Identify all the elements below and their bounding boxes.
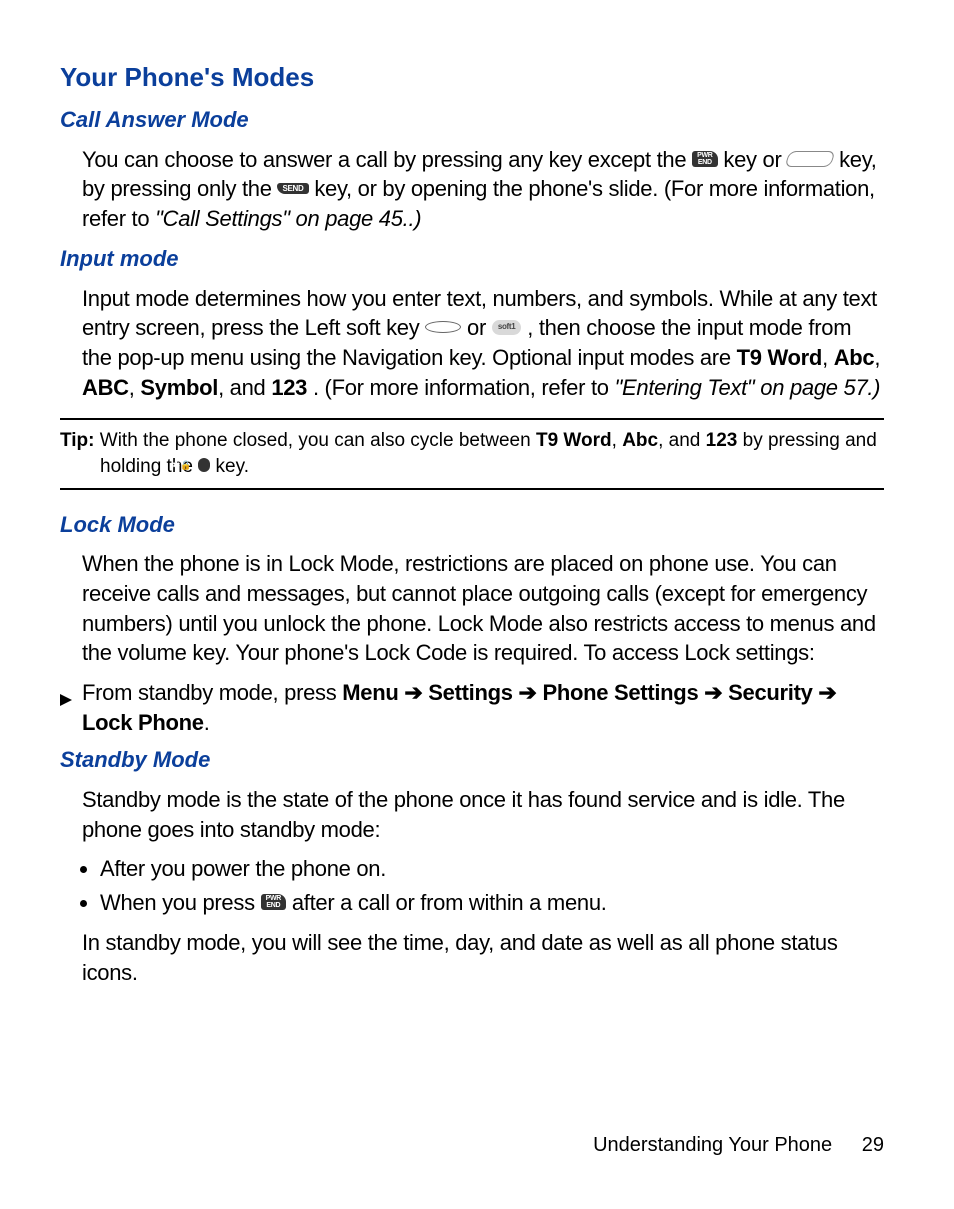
mode-123: 123 <box>706 430 738 451</box>
para-input-mode: Input mode determines how you enter text… <box>60 284 884 403</box>
mode-abc-mixed: Abc <box>834 345 875 370</box>
text: after a call or from within a menu. <box>292 890 607 915</box>
text: , <box>129 375 141 400</box>
star-key-icon: ✱🔒↑ <box>198 458 210 473</box>
subhead-standby-mode: Standby Mode <box>60 745 884 775</box>
arrow-icon: ➔ <box>818 680 836 705</box>
page-number: 29 <box>862 1134 884 1156</box>
end-key-icon: PWREND <box>261 894 286 910</box>
para-standby-outro: In standby mode, you will see the time, … <box>60 928 884 987</box>
text: From standby mode, press <box>82 680 342 705</box>
text: key. <box>216 456 249 477</box>
subhead-input-mode: Input mode <box>60 244 884 274</box>
list-item: After you power the phone on. <box>100 854 884 884</box>
text: , <box>822 345 834 370</box>
text: , and <box>658 430 706 451</box>
section-heading: Your Phone's Modes <box>60 60 884 95</box>
para-call-answer: You can choose to answer a call by press… <box>60 145 884 234</box>
step-lock-path: From standby mode, press Menu ➔ Settings… <box>60 678 884 737</box>
standby-list: After you power the phone on. When you p… <box>60 854 884 917</box>
tip-box: Tip: With the phone closed, you can also… <box>60 418 884 489</box>
text: You can choose to answer a call by press… <box>82 147 692 172</box>
text: on page 45..) <box>296 206 422 231</box>
settings-label: Settings <box>428 680 512 705</box>
para-lock-mode: When the phone is in Lock Mode, restrict… <box>60 549 884 668</box>
lock-phone-label: Lock Phone <box>82 710 204 735</box>
mode-abc: Abc <box>622 430 658 451</box>
menu-label: Menu <box>342 680 398 705</box>
arrow-icon: ➔ <box>404 680 422 705</box>
text: or <box>467 315 492 340</box>
mode-t9: T9 Word <box>536 430 612 451</box>
soft1-key-icon: soft1 <box>492 320 522 335</box>
send-key-icon: SEND <box>277 183 308 195</box>
end-key-icon: PWREND <box>692 151 717 167</box>
text: With the phone closed, you can also cycl… <box>100 430 536 451</box>
mode-abc-upper: ABC <box>82 375 129 400</box>
text: When you press <box>100 890 261 915</box>
phone-settings-label: Phone Settings <box>542 680 698 705</box>
text: . <box>204 710 210 735</box>
tip-label: Tip: <box>60 430 94 451</box>
text: key or <box>723 147 787 172</box>
mode-symbol: Symbol <box>140 375 218 400</box>
text: , <box>874 345 880 370</box>
triangle-bullet-icon <box>60 684 72 714</box>
footer-title: Understanding Your Phone <box>593 1134 832 1156</box>
mode-123: 123 <box>271 375 307 400</box>
security-label: Security <box>728 680 812 705</box>
text: , <box>612 430 623 451</box>
text: , and <box>218 375 271 400</box>
subhead-call-answer: Call Answer Mode <box>60 105 884 135</box>
text: . (For more information, refer to <box>313 375 615 400</box>
left-soft-key-icon <box>425 321 461 333</box>
arrow-icon: ➔ <box>519 680 537 705</box>
reference-link: "Entering Text" <box>615 375 755 400</box>
mode-t9: T9 Word <box>737 345 823 370</box>
clear-key-icon <box>785 151 836 167</box>
list-item: When you press PWREND after a call or fr… <box>100 888 884 918</box>
reference-link: "Call Settings" <box>155 206 290 231</box>
para-standby-intro: Standby mode is the state of the phone o… <box>60 785 884 844</box>
arrow-icon: ➔ <box>704 680 722 705</box>
text: on page 57.) <box>760 375 880 400</box>
page-footer: Understanding Your Phone 29 <box>593 1132 884 1159</box>
subhead-lock-mode: Lock Mode <box>60 510 884 540</box>
